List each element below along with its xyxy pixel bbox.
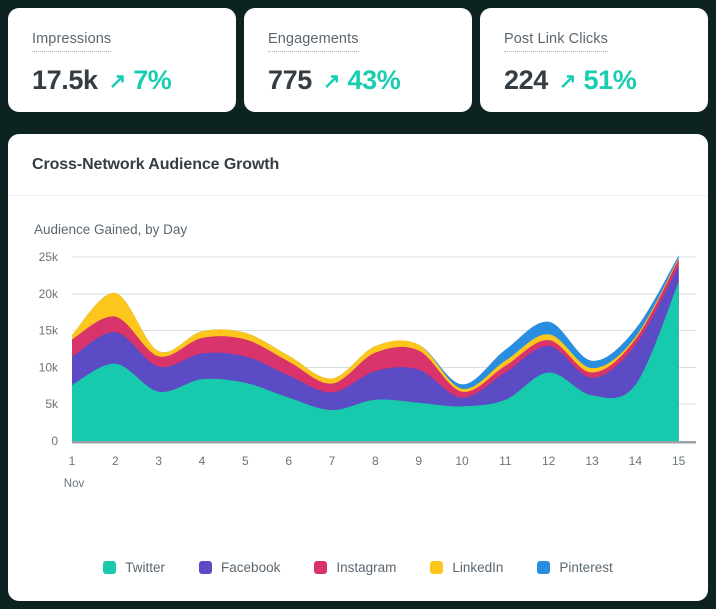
legend-swatch-icon (537, 561, 550, 574)
y-axis-tick-label: 20k (39, 287, 59, 301)
legend-item-linkedin[interactable]: LinkedIn (430, 560, 503, 575)
y-axis-tick-label: 15k (39, 324, 59, 338)
x-axis-tick-label: 2 (112, 454, 119, 468)
x-axis-tick-label: 1 (69, 454, 76, 468)
kpi-value: 224 (504, 65, 548, 96)
legend-label: LinkedIn (452, 560, 503, 575)
x-axis-tick-label: 14 (629, 454, 643, 468)
legend-swatch-icon (314, 561, 327, 574)
stacked-area-chart[interactable]: 05k10k15k20k25k123456789101112131415Nov (8, 247, 708, 497)
kpi-label: Impressions (32, 31, 111, 52)
legend-item-instagram[interactable]: Instagram (314, 560, 396, 575)
arrow-up-right-icon: ↗ (109, 71, 127, 92)
x-axis-tick-label: 13 (585, 454, 599, 468)
kpi-card-row: Impressions 17.5k ↗ 7% Engagements 775 ↗… (8, 8, 708, 112)
x-axis-tick-label: 11 (499, 454, 512, 468)
x-axis-tick-label: 12 (542, 454, 556, 468)
kpi-card-impressions[interactable]: Impressions 17.5k ↗ 7% (8, 8, 236, 112)
kpi-value-row: 224 ↗ 51% (504, 65, 684, 96)
legend-item-pinterest[interactable]: Pinterest (537, 560, 612, 575)
kpi-value: 17.5k (32, 65, 98, 96)
legend-label: Facebook (221, 560, 280, 575)
kpi-label: Engagements (268, 31, 359, 52)
x-axis-month-label: Nov (64, 478, 85, 490)
kpi-delta: 51% (583, 65, 636, 96)
y-axis-tick-label: 10k (39, 360, 59, 374)
kpi-delta: 43% (347, 65, 400, 96)
kpi-delta: 7% (133, 65, 171, 96)
dashboard-root: Impressions 17.5k ↗ 7% Engagements 775 ↗… (0, 0, 716, 609)
legend-swatch-icon (430, 561, 443, 574)
legend-label: Pinterest (559, 560, 612, 575)
x-axis-tick-label: 6 (285, 454, 292, 468)
kpi-value: 775 (268, 65, 312, 96)
legend-swatch-icon (199, 561, 212, 574)
y-axis-tick-label: 0 (51, 434, 58, 448)
arrow-up-right-icon: ↗ (559, 71, 577, 92)
x-axis-tick-label: 9 (415, 454, 422, 468)
x-axis-tick-label: 7 (329, 454, 336, 468)
y-axis-tick-label: 25k (39, 250, 59, 264)
legend-item-facebook[interactable]: Facebook (199, 560, 280, 575)
x-axis-tick-label: 15 (672, 454, 686, 468)
kpi-label: Post Link Clicks (504, 31, 608, 52)
kpi-value-row: 775 ↗ 43% (268, 65, 448, 96)
chart-svg: 05k10k15k20k25k123456789101112131415Nov (8, 247, 708, 497)
chart-header: Cross-Network Audience Growth (8, 134, 708, 196)
kpi-card-post-link-clicks[interactable]: Post Link Clicks 224 ↗ 51% (480, 8, 708, 112)
x-axis-tick-label: 3 (155, 454, 162, 468)
y-axis-tick-label: 5k (45, 397, 59, 411)
legend-swatch-icon (103, 561, 116, 574)
kpi-card-engagements[interactable]: Engagements 775 ↗ 43% (244, 8, 472, 112)
x-axis-tick-label: 8 (372, 454, 379, 468)
legend-label: Twitter (125, 560, 165, 575)
kpi-value-row: 17.5k ↗ 7% (32, 65, 212, 96)
legend-item-twitter[interactable]: Twitter (103, 560, 165, 575)
x-axis-tick-label: 10 (455, 454, 469, 468)
chart-subtitle: Audience Gained, by Day (34, 222, 708, 237)
chart-legend: Twitter Facebook Instagram LinkedIn Pint… (8, 560, 708, 575)
arrow-up-right-icon: ↗ (323, 71, 341, 92)
chart-title: Cross-Network Audience Growth (32, 156, 279, 174)
x-axis-tick-label: 4 (199, 454, 206, 468)
x-axis-tick-label: 5 (242, 454, 249, 468)
legend-label: Instagram (336, 560, 396, 575)
chart-card: Cross-Network Audience Growth Audience G… (8, 134, 708, 601)
